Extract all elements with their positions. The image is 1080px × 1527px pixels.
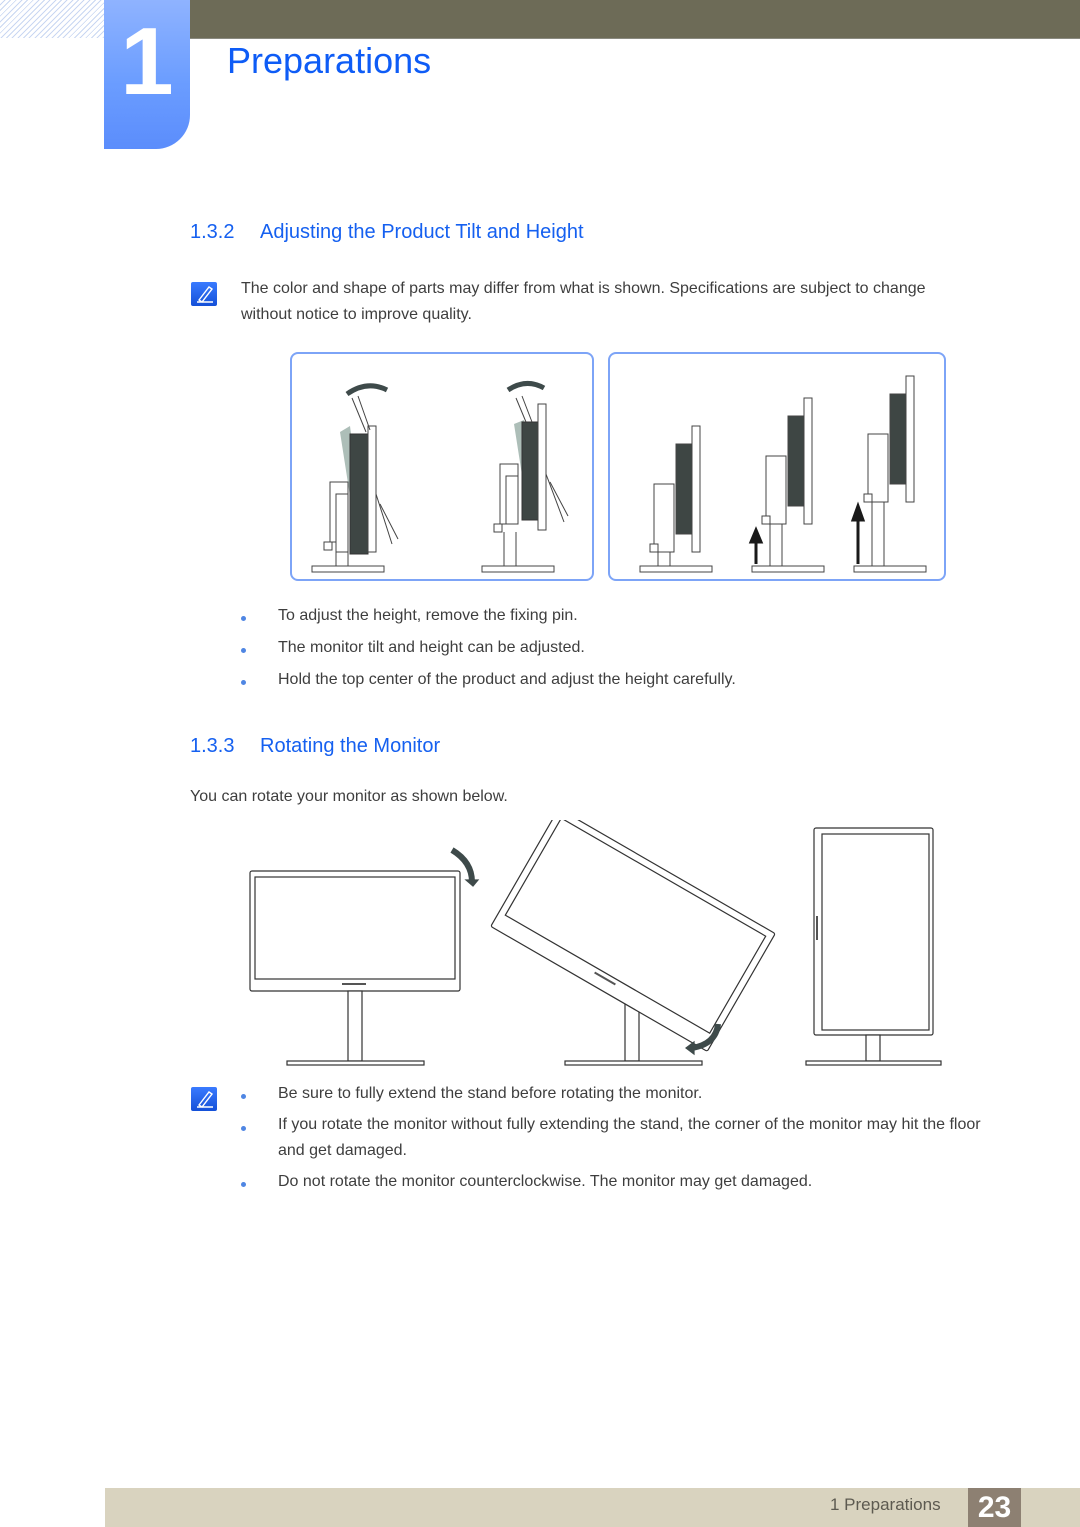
list-item: Be sure to fully extend the stand before… bbox=[278, 1085, 703, 1102]
section-title: Rotating the Monitor bbox=[260, 735, 441, 757]
section-number: 1.3.2 bbox=[190, 221, 235, 243]
chapter-title: Preparations bbox=[227, 40, 432, 81]
height-monitor-mid bbox=[748, 397, 825, 573]
section-number: 1.3.3 bbox=[190, 735, 235, 757]
rotate-intro: You can rotate your monitor as shown bel… bbox=[190, 788, 508, 805]
list-item: If you rotate the monitor without fully … bbox=[278, 1116, 981, 1159]
section-heading-rotate: 1.3.3 Rotating the Monitor bbox=[190, 735, 440, 758]
tilt-monitor-left bbox=[311, 383, 399, 573]
note-icon bbox=[191, 282, 217, 306]
tilt-arrow-icon bbox=[345, 383, 389, 397]
bullet-icon bbox=[241, 1094, 246, 1099]
tilt-figure bbox=[290, 352, 594, 581]
bullet-icon bbox=[241, 1126, 246, 1131]
section-title: Adjusting the Product Tilt and Height bbox=[260, 221, 584, 243]
chapter-number: 1 bbox=[120, 8, 174, 115]
tilt-arrow-icon bbox=[506, 381, 546, 393]
list-item: Do not rotate the monitor counterclockwi… bbox=[278, 1173, 813, 1190]
height-monitor-low bbox=[639, 425, 713, 573]
monitor-rotating bbox=[490, 808, 776, 1066]
bullet-icon bbox=[241, 648, 246, 653]
monitor-landscape bbox=[249, 847, 480, 1066]
header-bar bbox=[190, 0, 1080, 39]
footer-chapter-label: 1 Preparations bbox=[830, 1495, 941, 1514]
rotation-figure bbox=[240, 808, 960, 1070]
list-item: To adjust the height, remove the fixing … bbox=[278, 607, 578, 624]
section-heading-tilt: 1.3.2 Adjusting the Product Tilt and Heig… bbox=[190, 221, 584, 244]
note-text: The color and shape of parts may differ … bbox=[241, 280, 926, 323]
height-figure bbox=[608, 352, 946, 581]
bullet-icon bbox=[241, 680, 246, 685]
page-number: 23 bbox=[968, 1488, 1021, 1527]
list-item: The monitor tilt and height can be adjus… bbox=[278, 639, 585, 656]
height-monitor-high bbox=[850, 375, 927, 573]
header-hatch-decoration bbox=[0, 0, 104, 38]
arrow-up-icon bbox=[850, 501, 866, 564]
bullet-icon bbox=[241, 616, 246, 621]
note-icon bbox=[191, 1087, 217, 1111]
list-item: Hold the top center of the product and a… bbox=[278, 671, 736, 688]
tilt-monitor-right bbox=[481, 381, 569, 573]
monitor-portrait bbox=[805, 827, 942, 1066]
bullet-icon bbox=[241, 1182, 246, 1187]
arrow-up-icon bbox=[748, 526, 764, 564]
